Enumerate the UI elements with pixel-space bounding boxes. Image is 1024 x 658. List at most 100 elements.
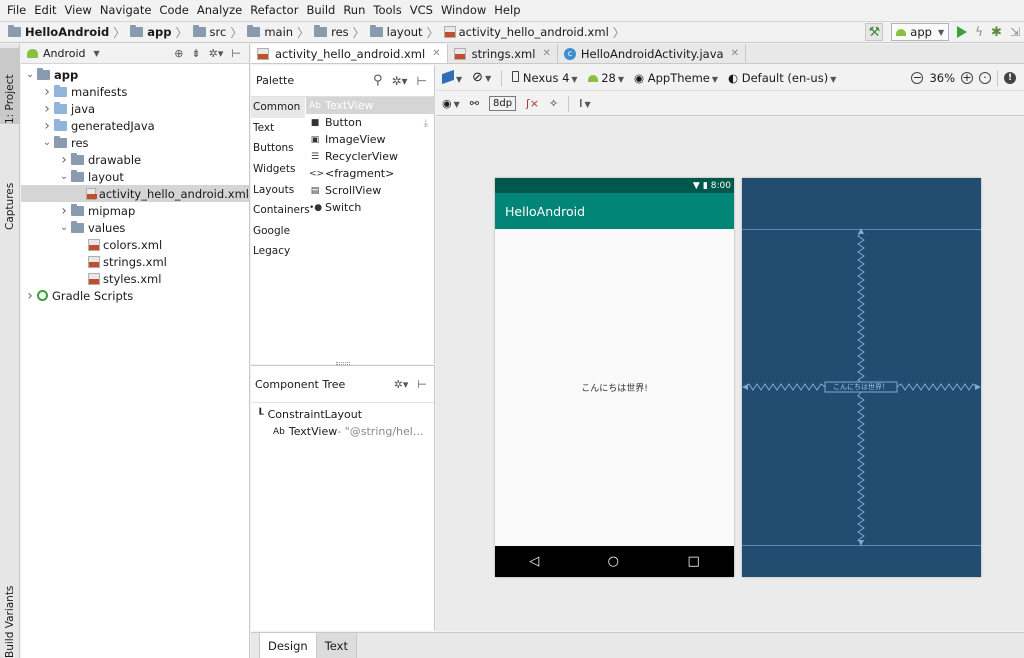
- hide-icon[interactable]: ⊢: [417, 74, 427, 88]
- design-surface-select[interactable]: ▼: [442, 69, 462, 85]
- tree-item[interactable]: › Gradle Scripts: [21, 287, 249, 304]
- tree-item[interactable]: styles.xml: [21, 270, 249, 287]
- project-view-mode[interactable]: Android: [43, 47, 86, 60]
- splitter-handle[interactable]: [336, 362, 350, 365]
- crumb-project[interactable]: HelloAndroid 〉: [8, 24, 130, 41]
- chevron-right-icon[interactable]: ›: [57, 152, 71, 168]
- menu-code[interactable]: Code: [155, 0, 192, 21]
- tree-item[interactable]: › mipmap: [21, 202, 249, 219]
- chevron-down-icon[interactable]: ⌄: [57, 222, 71, 233]
- palette-category-layouts[interactable]: Layouts: [251, 179, 305, 200]
- palette-item-textview[interactable]: Ab TextView: [306, 97, 435, 114]
- tab-activity-xml[interactable]: activity_hello_android.xml ✕: [251, 44, 448, 63]
- palette-item-imageview[interactable]: ▣ ImageView: [306, 131, 435, 148]
- close-icon[interactable]: ✕: [542, 48, 550, 59]
- chevron-down-icon[interactable]: ▼: [94, 49, 100, 58]
- chevron-right-icon[interactable]: ›: [40, 101, 54, 117]
- menu-window[interactable]: Window: [437, 0, 490, 21]
- chevron-down-icon[interactable]: ⌄: [40, 137, 54, 148]
- api-select[interactable]: 28 ▼: [587, 71, 624, 85]
- menu-vcs[interactable]: VCS: [406, 0, 437, 21]
- tree-item[interactable]: › generatedJava: [21, 117, 249, 134]
- menu-build[interactable]: Build: [302, 0, 339, 21]
- tab-project[interactable]: 1: Project: [0, 48, 20, 124]
- device-select[interactable]: Nexus 4 ▼: [512, 70, 578, 85]
- menu-help[interactable]: Help: [490, 0, 524, 21]
- tree-item[interactable]: activity_hello_android.xml: [21, 185, 249, 202]
- gear-icon[interactable]: ✲▾: [209, 47, 224, 60]
- menu-run[interactable]: Run: [339, 0, 369, 21]
- tree-item[interactable]: colors.xml: [21, 236, 249, 253]
- palette-category-containers[interactable]: Containers: [251, 200, 310, 221]
- menu-view[interactable]: View: [61, 0, 96, 21]
- search-icon[interactable]: ⚲: [373, 73, 383, 88]
- tab-captures[interactable]: Captures: [0, 130, 20, 230]
- tab-strings-xml[interactable]: strings.xml ✕: [448, 44, 558, 63]
- download-icon[interactable]: ⤓: [424, 118, 428, 129]
- run-icon[interactable]: [957, 26, 968, 38]
- tree-item[interactable]: ⌄ app: [21, 66, 249, 83]
- hide-icon[interactable]: ⊢: [417, 378, 427, 391]
- zoom-out-icon[interactable]: −: [911, 71, 924, 84]
- blueprint-textview-label[interactable]: こんにちは世界！: [825, 382, 897, 392]
- locate-icon[interactable]: ⊕: [174, 47, 183, 60]
- palette-category-google[interactable]: Google: [251, 221, 305, 242]
- tree-node-constraintlayout[interactable]: ┖ ConstraintLayout: [251, 406, 434, 423]
- menu-analyze[interactable]: Analyze: [193, 0, 246, 21]
- clear-constraints-icon[interactable]: ʃ×: [526, 97, 539, 110]
- palette-item-switch[interactable]: •● Switch: [306, 199, 435, 216]
- blueprint-preview[interactable]: こんにちは世界！: [742, 178, 981, 577]
- crumb-module[interactable]: app 〉: [130, 24, 192, 41]
- design-canvas[interactable]: ▼ ▮ 8:00 HelloAndroid こんにちは世界! ◁ ○ □ こんに…: [436, 117, 1024, 631]
- crumb-file[interactable]: activity_hello_android.xml 〉: [443, 24, 630, 41]
- gear-icon[interactable]: ✲▾: [394, 378, 409, 391]
- menu-tools[interactable]: Tools: [369, 0, 405, 21]
- tree-item[interactable]: ⌄ res: [21, 134, 249, 151]
- menu-refactor[interactable]: Refactor: [246, 0, 302, 21]
- tree-item[interactable]: › manifests: [21, 83, 249, 100]
- tree-item[interactable]: ⌄ layout: [21, 168, 249, 185]
- warning-icon[interactable]: !: [1004, 71, 1016, 84]
- chevron-right-icon[interactable]: ›: [40, 84, 54, 100]
- tree-item[interactable]: strings.xml: [21, 253, 249, 270]
- palette-item-fragment[interactable]: <> <fragment>: [306, 165, 435, 182]
- autoconnect-icon[interactable]: ⚯: [470, 97, 479, 110]
- hide-icon[interactable]: ⊢: [231, 47, 241, 60]
- tree-item[interactable]: ⌄ values: [21, 219, 249, 236]
- tab-design[interactable]: Design: [259, 633, 317, 658]
- debug-icon[interactable]: ✱: [991, 25, 1002, 40]
- palette-item-recyclerview[interactable]: ☰ RecyclerView: [306, 148, 435, 165]
- crumb-res[interactable]: res 〉: [314, 24, 370, 41]
- orientation-select[interactable]: ⊘ ▼: [472, 70, 491, 85]
- infer-constraints-icon[interactable]: ✧: [549, 97, 558, 110]
- tab-activity-java[interactable]: c HelloAndroidActivity.java ✕: [558, 44, 746, 63]
- menu-edit[interactable]: Edit: [30, 0, 60, 21]
- locale-select[interactable]: ◐ Default (en-us) ▼: [728, 71, 836, 85]
- apply-changes-icon[interactable]: ϟ: [975, 25, 983, 39]
- collapse-icon[interactable]: ⇟: [191, 47, 200, 60]
- default-margin-select[interactable]: 8dp: [488, 96, 517, 111]
- crumb-main[interactable]: main 〉: [247, 24, 314, 41]
- gear-icon[interactable]: ✲▾: [391, 74, 407, 88]
- zoom-in-icon[interactable]: +: [961, 71, 973, 84]
- crumb-layout[interactable]: layout 〉: [369, 24, 444, 41]
- chevron-down-icon[interactable]: ⌄: [57, 171, 71, 182]
- tab-text[interactable]: Text: [316, 633, 357, 658]
- palette-item-scrollview[interactable]: ▤ ScrollView: [306, 182, 435, 199]
- palette-category-widgets[interactable]: Widgets: [251, 159, 305, 180]
- zoom-fit-icon[interactable]: ·: [979, 71, 991, 84]
- close-icon[interactable]: ✕: [731, 48, 739, 59]
- crumb-src[interactable]: src 〉: [192, 24, 248, 41]
- tree-item[interactable]: › java: [21, 100, 249, 117]
- palette-category-buttons[interactable]: Buttons: [251, 138, 305, 159]
- palette-category-common[interactable]: Common: [251, 97, 305, 118]
- chevron-right-icon[interactable]: ›: [40, 118, 54, 134]
- tree-item[interactable]: › drawable: [21, 151, 249, 168]
- tab-build-variants[interactable]: Build Variants: [0, 582, 20, 658]
- menu-navigate[interactable]: Navigate: [96, 0, 156, 21]
- close-icon[interactable]: ✕: [432, 48, 440, 59]
- menu-file[interactable]: File: [3, 0, 30, 21]
- chevron-down-icon[interactable]: ⌄: [23, 69, 37, 80]
- build-hammer-icon[interactable]: ⚒: [865, 23, 884, 41]
- palette-category-text[interactable]: Text: [251, 118, 305, 139]
